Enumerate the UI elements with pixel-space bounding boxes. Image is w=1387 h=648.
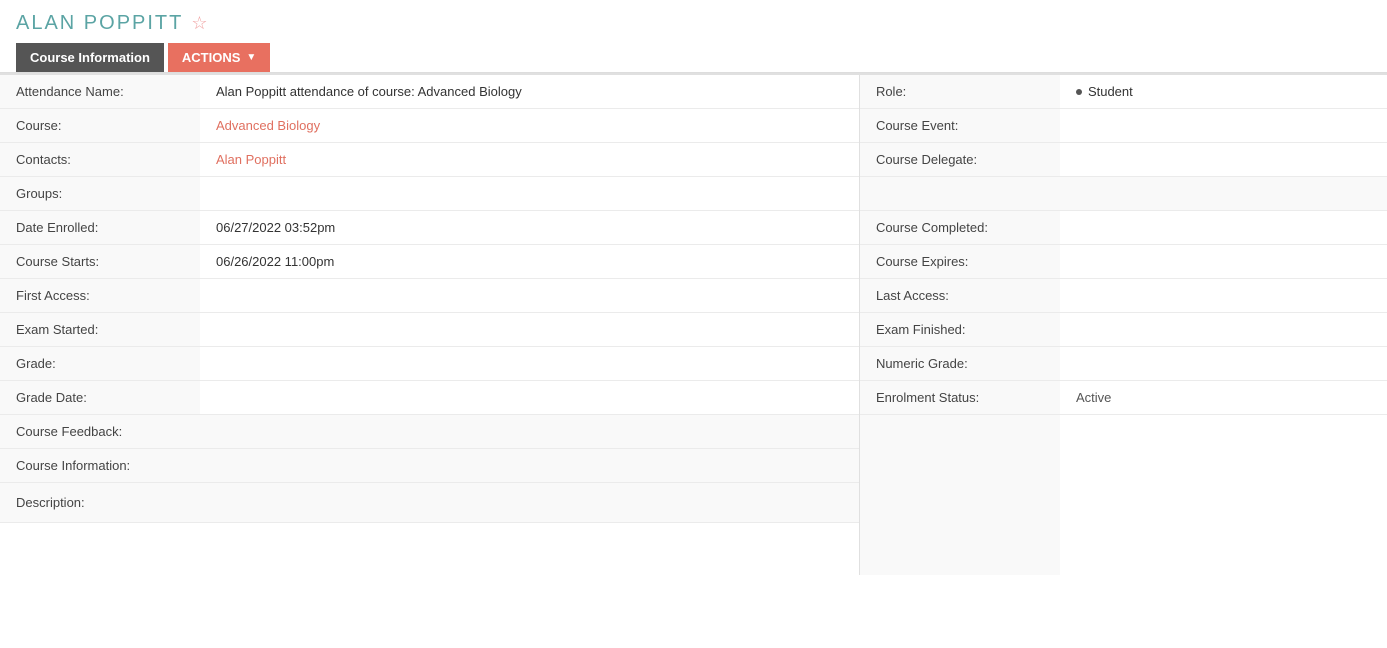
- table-row: First Access:: [0, 279, 859, 313]
- contacts-value[interactable]: Alan Poppitt: [200, 143, 859, 177]
- date-enrolled-value: 06/27/2022 03:52pm: [200, 211, 859, 245]
- table-row: Date Enrolled: 06/27/2022 03:52pm: [0, 211, 859, 245]
- table-row: Grade:: [0, 347, 859, 381]
- first-access-value: [200, 279, 859, 313]
- tab-course-information[interactable]: Course Information: [16, 43, 164, 72]
- table-row-spacer: [860, 177, 1387, 211]
- table-row: Course Event:: [860, 109, 1387, 143]
- table-row: Groups:: [0, 177, 859, 211]
- first-access-label: First Access:: [0, 279, 200, 313]
- numeric-grade-label: Numeric Grade:: [860, 347, 1060, 381]
- table-row: Course: Advanced Biology: [0, 109, 859, 143]
- table-row-spacer2: [860, 415, 1387, 575]
- course-delegate-value: [1060, 143, 1387, 177]
- table-row: Course Delegate:: [860, 143, 1387, 177]
- table-row: Course Feedback:: [0, 415, 859, 449]
- table-row: Exam Finished:: [860, 313, 1387, 347]
- course-starts-value: 06/26/2022 11:00pm: [200, 245, 859, 279]
- table-row: Course Completed:: [860, 211, 1387, 245]
- course-starts-label: Course Starts:: [0, 245, 200, 279]
- table-row: Course Expires:: [860, 245, 1387, 279]
- table-row: Attendance Name: Alan Poppitt attendance…: [0, 75, 859, 109]
- course-information-label: Course Information:: [0, 449, 200, 483]
- table-row: Exam Started:: [0, 313, 859, 347]
- course-completed-value: [1060, 211, 1387, 245]
- grade-value: [200, 347, 859, 381]
- course-event-value: [1060, 109, 1387, 143]
- exam-started-value: [200, 313, 859, 347]
- course-delegate-label: Course Delegate:: [860, 143, 1060, 177]
- course-feedback-label: Course Feedback:: [0, 415, 200, 449]
- table-row: Grade Date:: [0, 381, 859, 415]
- tab-actions[interactable]: ACTIONS ▼: [168, 43, 270, 72]
- groups-label: Groups:: [0, 177, 200, 211]
- groups-value: [200, 177, 859, 211]
- last-access-value: [1060, 279, 1387, 313]
- table-row: Enrolment Status: Active: [860, 381, 1387, 415]
- exam-finished-value: [1060, 313, 1387, 347]
- grade-date-value: [200, 381, 859, 415]
- course-information-value: [200, 449, 859, 483]
- table-row: Course Starts: 06/26/2022 11:00pm: [0, 245, 859, 279]
- table-row: Last Access:: [860, 279, 1387, 313]
- table-row: Description:: [0, 483, 859, 523]
- date-enrolled-label: Date Enrolled:: [0, 211, 200, 245]
- grade-label: Grade:: [0, 347, 200, 381]
- attendance-name-label: Attendance Name:: [0, 75, 200, 109]
- star-icon[interactable]: ☆: [191, 13, 207, 34]
- table-row: Numeric Grade:: [860, 347, 1387, 381]
- enrolment-status-label: Enrolment Status:: [860, 381, 1060, 415]
- course-value[interactable]: Advanced Biology: [200, 109, 859, 143]
- last-access-label: Last Access:: [860, 279, 1060, 313]
- table-row: Course Information:: [0, 449, 859, 483]
- course-feedback-value: [200, 415, 859, 449]
- role-value: Student: [1060, 75, 1387, 109]
- course-label: Course:: [0, 109, 200, 143]
- page-title: ALAN POPPITT: [16, 12, 183, 35]
- enrolment-status-value: Active: [1060, 381, 1387, 415]
- bullet-dot: [1076, 89, 1082, 95]
- course-completed-label: Course Completed:: [860, 211, 1060, 245]
- grade-date-label: Grade Date:: [0, 381, 200, 415]
- table-row: Contacts: Alan Poppitt: [0, 143, 859, 177]
- actions-dropdown-arrow: ▼: [246, 52, 256, 63]
- contacts-label: Contacts:: [0, 143, 200, 177]
- role-label: Role:: [860, 75, 1060, 109]
- course-event-label: Course Event:: [860, 109, 1060, 143]
- table-row: Role: Student: [860, 75, 1387, 109]
- exam-started-label: Exam Started:: [0, 313, 200, 347]
- attendance-name-value: Alan Poppitt attendance of course: Advan…: [200, 75, 859, 109]
- course-expires-value: [1060, 245, 1387, 279]
- numeric-grade-value: [1060, 347, 1387, 381]
- description-label: Description:: [0, 483, 200, 523]
- course-expires-label: Course Expires:: [860, 245, 1060, 279]
- description-value: [200, 483, 859, 523]
- exam-finished-label: Exam Finished:: [860, 313, 1060, 347]
